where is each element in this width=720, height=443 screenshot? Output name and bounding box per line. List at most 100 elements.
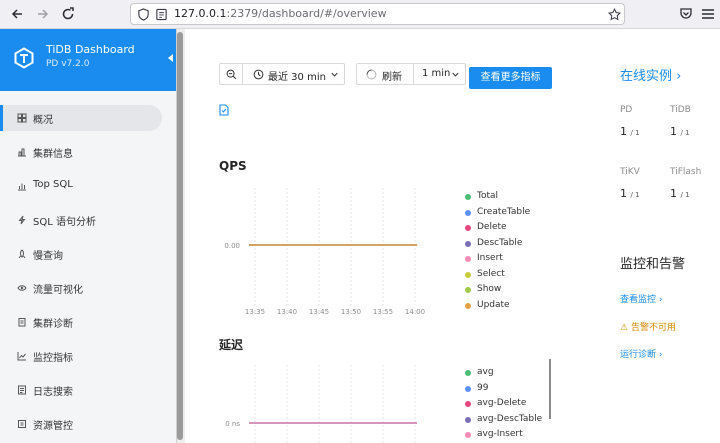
- browser-toolbar: 127.0.0.1:2379/dashboard/#/overview: [0, 0, 720, 29]
- instance-type-label: TiDB: [670, 105, 691, 115]
- chevron-right-icon: ›: [656, 350, 663, 360]
- sidebar-item[interactable]: SQL 语句分析: [0, 207, 162, 233]
- instance-up-count: 1: [620, 187, 627, 200]
- sidebar-item-label: 流量可视化: [33, 285, 83, 296]
- legend-label: avg-Insert: [477, 429, 523, 439]
- document-icon[interactable]: [219, 104, 229, 116]
- legend-scrollbar[interactable]: [549, 359, 551, 419]
- diagnose-icon: [17, 317, 27, 327]
- run-diagnosis-link[interactable]: 运行诊断 ›: [620, 347, 662, 360]
- more-metrics-button[interactable]: 查看更多指标: [469, 67, 552, 89]
- tidb-logo-icon: [13, 47, 35, 69]
- address-bar[interactable]: 127.0.0.1:2379/dashboard/#/overview: [130, 3, 625, 25]
- collapse-sidebar-icon[interactable]: [168, 54, 173, 62]
- sidebar-item-label: 集群信息: [33, 149, 73, 160]
- instance-type-label: PD: [620, 105, 633, 115]
- sidebar-item[interactable]: 日志搜索: [0, 377, 162, 403]
- sidebar-item[interactable]: 监控指标: [0, 343, 162, 369]
- lightning-icon: [17, 215, 27, 225]
- bar-chart-icon: [17, 181, 27, 191]
- qps-chart[interactable]: 0.00 13:35 13:40 13:45 13:50 13:55 14:00: [219, 180, 449, 320]
- alert-unavailable-label: 告警不可用: [630, 323, 676, 333]
- reload-icon[interactable]: [60, 6, 76, 22]
- online-instances-title: 在线实例: [620, 69, 673, 84]
- url-path: :2379/dashboard/#/overview: [226, 7, 387, 20]
- legend-label: DescTable: [477, 237, 523, 248]
- legend-swatch: [465, 401, 471, 407]
- sidebar-item[interactable]: 概况: [0, 105, 162, 131]
- instance-count[interactable]: 1 / 1: [670, 187, 690, 200]
- legend-label: Update: [477, 299, 510, 310]
- sidebar-item-label: 日志搜索: [33, 387, 73, 398]
- sidebar-item[interactable]: 慢查询: [0, 241, 162, 267]
- x-tick-label: 14:00: [405, 308, 425, 316]
- app-version: PD v7.2.0: [46, 59, 90, 69]
- instance-total-count: / 1: [630, 191, 640, 199]
- sidebar-scrollbar-thumb[interactable]: [177, 32, 183, 440]
- refresh-interval[interactable]: 1 min: [422, 68, 450, 79]
- legend-label: Total: [477, 191, 499, 201]
- chevron-down-icon: [329, 69, 340, 80]
- pocket-icon[interactable]: [678, 6, 694, 22]
- legend-swatch: [465, 271, 471, 278]
- view-metrics-link[interactable]: 查看监控 ›: [620, 292, 662, 305]
- sidebar-item[interactable]: 集群诊断: [0, 309, 162, 335]
- app-title: TiDB Dashboard: [46, 43, 135, 56]
- legend-swatch: [465, 432, 471, 438]
- legend-swatch: [465, 385, 471, 392]
- instance-total-count: / 1: [680, 191, 690, 199]
- rocket-icon: [17, 249, 27, 259]
- sidebar-item-label: SQL 语句分析: [33, 217, 96, 228]
- toolbar-divider: [413, 64, 414, 84]
- back-arrow-icon[interactable]: [9, 6, 25, 22]
- instance-up-count: 1: [670, 187, 677, 200]
- latency-chart[interactable]: 0 ns: [219, 357, 449, 443]
- cluster-icon: [17, 147, 27, 157]
- online-instances-link[interactable]: 在线实例 ›: [620, 65, 681, 84]
- instance-type-label: TiFlash: [670, 167, 702, 177]
- shield-icon[interactable]: [137, 8, 150, 21]
- instance-type-label: TiKV: [620, 167, 640, 177]
- y-tick-label: 0 ns: [225, 420, 240, 428]
- sidebar-item[interactable]: 集群信息: [0, 139, 162, 165]
- legend-label: Insert: [477, 253, 503, 263]
- log-icon: [17, 385, 27, 395]
- sidebar-item-label: 监控指标: [33, 353, 73, 364]
- chevron-down-icon: [450, 69, 461, 80]
- sidebar-item[interactable]: 流量可视化: [0, 275, 162, 301]
- brand-header: TiDB Dashboard PD v7.2.0: [0, 29, 176, 91]
- legend-label: Show: [477, 284, 502, 294]
- sidebar-item-label: 慢查询: [33, 251, 63, 262]
- sidebar-item-label: 集群诊断: [33, 319, 73, 330]
- time-range-picker[interactable]: 最近 30 min: [219, 63, 345, 85]
- instance-count[interactable]: 1 / 1: [620, 125, 640, 138]
- refresh-control[interactable]: 刷新 1 min: [356, 63, 466, 85]
- bookmark-star-icon[interactable]: [608, 8, 621, 21]
- toolbar-divider: [242, 64, 243, 84]
- overview-icon: [17, 113, 27, 123]
- forward-arrow-icon[interactable]: [35, 6, 51, 22]
- page-icon[interactable]: [155, 8, 168, 21]
- sidebar: TiDB Dashboard PD v7.2.0 概况集群信息 Top SQL SQ…: [0, 29, 176, 443]
- instance-count[interactable]: 1 / 1: [670, 125, 690, 138]
- legend-swatch: [465, 209, 471, 216]
- x-tick-label: 13:50: [341, 308, 361, 316]
- legend-label: avg-DescTable: [477, 413, 543, 424]
- refresh-button[interactable]: 刷新: [382, 68, 402, 83]
- sidebar-item-label: Top SQL: [33, 179, 73, 190]
- menu-icon[interactable]: [700, 6, 716, 22]
- legend-label: CreateTable: [477, 206, 531, 217]
- x-tick-label: 13:55: [373, 308, 393, 316]
- view-metrics-label: 查看监控: [620, 295, 657, 305]
- legend-swatch: [465, 225, 471, 231]
- legend-label: Select: [477, 268, 505, 279]
- instance-count[interactable]: 1 / 1: [620, 187, 640, 200]
- monitoring-title: 监控和告警: [620, 257, 686, 272]
- alert-status[interactable]: ⚠ 告警不可用: [620, 320, 676, 333]
- sidebar-item[interactable]: 资源管控: [0, 411, 162, 437]
- sidebar-item[interactable]: Top SQL: [0, 173, 162, 199]
- latency-legend: avg 99 avg-Delete avg-DescTable avg-Insert: [465, 367, 555, 443]
- zoom-out-icon[interactable]: [226, 69, 237, 80]
- legend-label: avg-Delete: [477, 398, 527, 408]
- legend-swatch: [465, 256, 471, 262]
